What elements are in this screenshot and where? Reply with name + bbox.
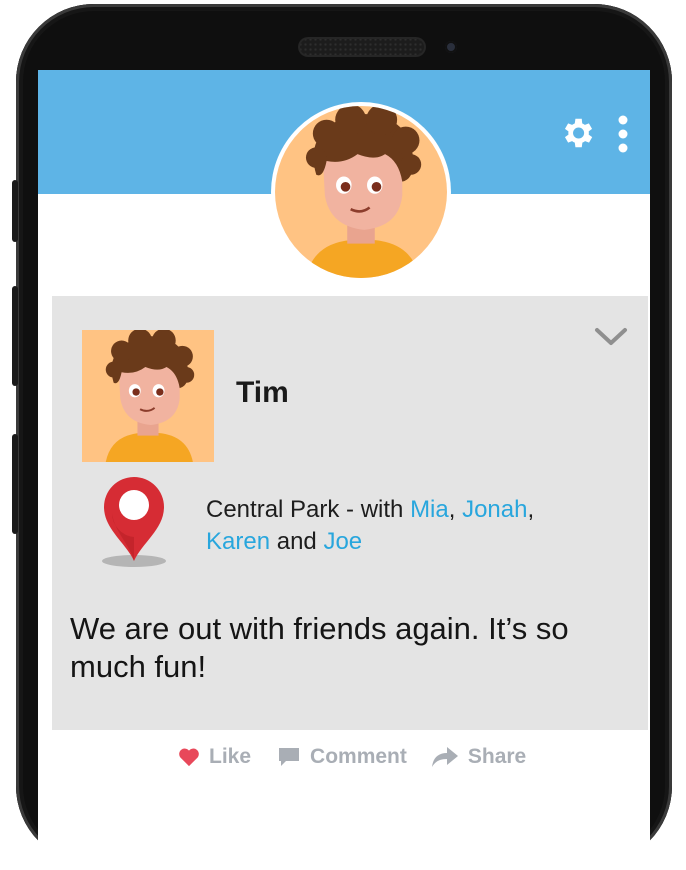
post-card: Tim Central Park - with Mia, Jonah, Karen…: [52, 296, 648, 730]
post-body-text: We are out with friends again. It’s so m…: [70, 611, 569, 684]
share-arrow-icon: [431, 746, 459, 768]
speaker-grille: [298, 37, 426, 57]
side-button: [12, 286, 18, 386]
location-text: Central Park - with: [206, 496, 411, 523]
front-camera: [445, 41, 457, 53]
share-button[interactable]: Share: [431, 745, 526, 769]
profile-avatar[interactable]: [271, 102, 451, 282]
phone-frame: Tim Central Park - with Mia, Jonah, Karen…: [12, 4, 672, 870]
comment-icon: [277, 746, 301, 768]
location-tag: Central Park - with Mia, Jonah, Karen and…: [206, 494, 636, 558]
separator: ,: [527, 496, 535, 523]
chevron-down-icon[interactable]: [594, 326, 628, 348]
friend-link-mia[interactable]: Mia: [410, 496, 449, 523]
app-screen: Tim Central Park - with Mia, Jonah, Karen…: [38, 70, 650, 870]
friend-link-joe[interactable]: Joe: [323, 528, 362, 555]
comment-button[interactable]: Comment: [277, 745, 407, 769]
like-button[interactable]: Like: [178, 745, 251, 769]
heart-icon: [178, 747, 200, 767]
comment-label: Comment: [310, 745, 407, 768]
share-label: Share: [467, 745, 527, 768]
conjunction: and: [270, 528, 324, 555]
separator: ,: [448, 496, 463, 523]
like-label: Like: [209, 745, 252, 768]
side-button: [12, 180, 18, 242]
boy-avatar-illustration: [275, 106, 447, 278]
friend-link-karen[interactable]: Karen: [206, 528, 270, 555]
more-vertical-icon[interactable]: [616, 114, 630, 154]
author-name[interactable]: Tim: [236, 376, 289, 410]
author-avatar[interactable]: [82, 328, 214, 462]
friend-link-jonah[interactable]: Jonah: [462, 496, 527, 523]
post-actions-bar: Like Comment Share: [178, 742, 526, 772]
side-button: [12, 434, 18, 534]
gear-icon[interactable]: [558, 114, 596, 152]
location-pin-icon: [96, 473, 172, 574]
boy-avatar-illustration: [82, 328, 214, 462]
